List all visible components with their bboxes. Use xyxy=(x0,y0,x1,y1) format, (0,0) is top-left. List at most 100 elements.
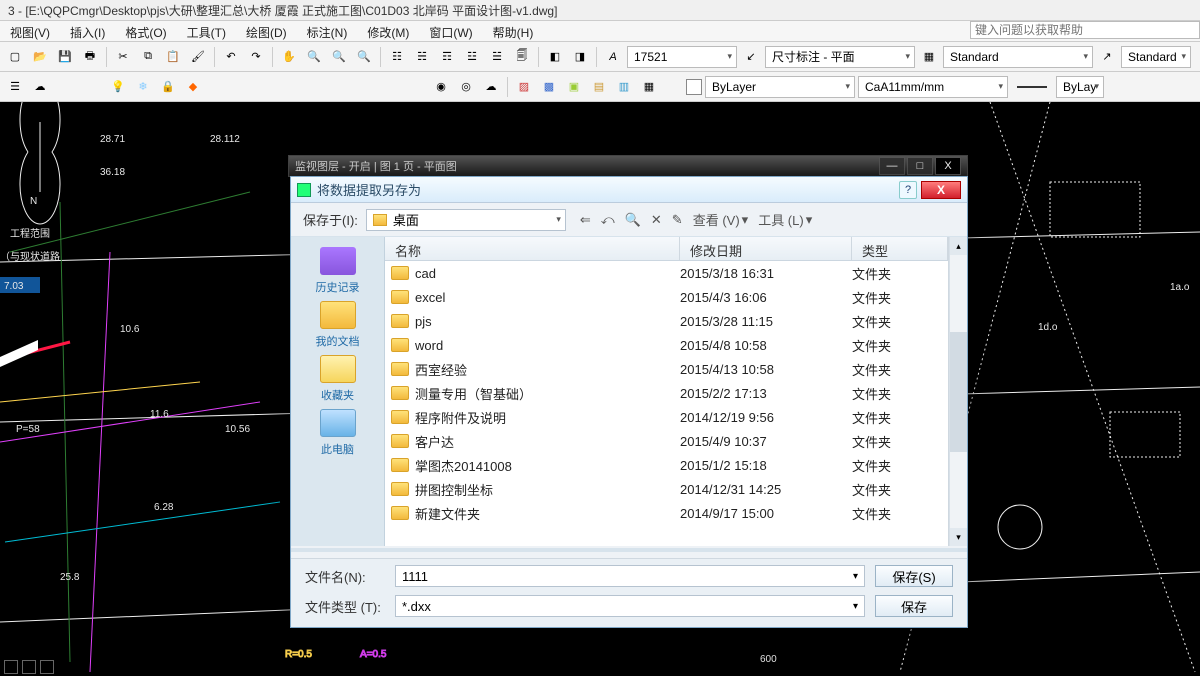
file-row[interactable]: 新建文件夹2014/9/17 15:00文件夹 xyxy=(385,501,948,525)
tool-boundary-icon[interactable]: ▣ xyxy=(563,76,585,98)
menu-draw[interactable]: 绘图(D) xyxy=(236,21,297,41)
ortho-toggle[interactable] xyxy=(40,660,54,674)
file-row[interactable]: 客户达2015/4/9 10:37文件夹 xyxy=(385,429,948,453)
tool-layerprop-icon[interactable]: ☰ xyxy=(4,76,26,98)
col-type[interactable]: 类型 xyxy=(852,237,948,260)
nav-back-icon[interactable]: ⇐ xyxy=(580,212,591,228)
tool-copy-icon[interactable]: ⧉ xyxy=(137,46,159,68)
tool-hatch-icon[interactable]: ▨ xyxy=(513,76,535,98)
file-row[interactable]: 西室经验2015/4/13 10:58文件夹 xyxy=(385,357,948,381)
view-dropdown[interactable]: 查看 (V)▾ xyxy=(693,210,748,229)
subwin-minimize-button[interactable]: — xyxy=(879,157,905,175)
tool-text-icon[interactable]: A xyxy=(602,46,624,68)
tool-match-icon[interactable]: 🖌 xyxy=(187,46,209,68)
scroll-thumb[interactable] xyxy=(950,332,967,452)
menu-tools[interactable]: 工具(T) xyxy=(177,21,236,41)
tool-zoomwin-icon[interactable]: 🔍 xyxy=(353,46,375,68)
tool-redo-icon[interactable]: ↷ xyxy=(245,46,267,68)
tool-cut-icon[interactable]: ✂ xyxy=(112,46,134,68)
file-row[interactable]: 测量专用（智基础）2015/2/2 17:13文件夹 xyxy=(385,381,948,405)
scroll-down-icon[interactable]: ▾ xyxy=(950,528,967,546)
file-row[interactable]: 拼图控制坐标2014/12/31 14:25文件夹 xyxy=(385,477,948,501)
col-name[interactable]: 名称 xyxy=(385,237,680,260)
location-combo[interactable]: 桌面 ▾ xyxy=(366,209,566,231)
tool-sheetset-icon[interactable]: ☳ xyxy=(461,46,483,68)
menu-insert[interactable]: 插入(I) xyxy=(60,21,115,41)
tool-properties-icon[interactable]: ☷ xyxy=(386,46,408,68)
menu-format[interactable]: 格式(O) xyxy=(115,21,176,41)
tool-lock-icon[interactable]: 🔒 xyxy=(157,76,179,98)
tool-paste-icon[interactable]: 📋 xyxy=(162,46,184,68)
tool-layer-icon[interactable]: ☁ xyxy=(29,76,51,98)
tool-revcloud-icon[interactable]: ☁ xyxy=(480,76,502,98)
menu-help[interactable]: 帮助(H) xyxy=(483,21,544,41)
file-list[interactable]: 名称 修改日期 类型 cad2015/3/18 16:31文件夹excel201… xyxy=(385,237,949,546)
file-list-scrollbar[interactable]: ▴ ▾ xyxy=(949,237,967,546)
tool-multileader-icon[interactable]: ↗ xyxy=(1096,46,1118,68)
file-row[interactable]: word2015/4/8 10:58文件夹 xyxy=(385,333,948,357)
dialog-close-button[interactable]: X xyxy=(921,181,961,199)
tool-region2-icon[interactable]: ▤ xyxy=(588,76,610,98)
tool-region-icon[interactable]: ◉ xyxy=(430,76,452,98)
standard2-combo[interactable]: Standard xyxy=(1121,46,1191,68)
tool-align-icon[interactable]: ▥ xyxy=(613,76,635,98)
nav-search-icon[interactable]: 🔍 xyxy=(625,212,641,228)
tool-wipeout-icon[interactable]: ◎ xyxy=(455,76,477,98)
grid-toggle[interactable] xyxy=(22,660,36,674)
tool-table-icon[interactable]: ▦ xyxy=(918,46,940,68)
menu-dimension[interactable]: 标注(N) xyxy=(297,21,358,41)
nav-up-icon[interactable]: ⤺ xyxy=(601,212,615,228)
places-item[interactable]: 此电脑 xyxy=(320,409,356,457)
subwin-maximize-button[interactable]: □ xyxy=(907,157,933,175)
places-item[interactable]: 我的文档 xyxy=(316,301,360,349)
file-row[interactable]: excel2015/4/3 16:06文件夹 xyxy=(385,285,948,309)
filetype-combo[interactable]: *.dxx ▾ xyxy=(395,595,865,617)
standard-combo[interactable]: Standard xyxy=(943,46,1093,68)
subwin-close-button[interactable]: X xyxy=(935,157,961,175)
col-date[interactable]: 修改日期 xyxy=(680,237,852,260)
tool-zoomprev-icon[interactable]: 🔍 xyxy=(328,46,350,68)
help-search-input[interactable] xyxy=(970,21,1200,39)
tool-xref-icon[interactable]: ◨ xyxy=(569,46,591,68)
layer-combo[interactable]: ByLayer xyxy=(705,76,855,98)
tool-toolpalettes-icon[interactable]: ☶ xyxy=(436,46,458,68)
color-swatch[interactable] xyxy=(686,79,702,95)
file-row[interactable]: 掌图杰201410082015/1/2 15:18文件夹 xyxy=(385,453,948,477)
file-row[interactable]: pjs2015/3/28 11:15文件夹 xyxy=(385,309,948,333)
tool-extend-icon[interactable]: ▦ xyxy=(638,76,660,98)
linetype-combo[interactable]: ByLay xyxy=(1056,76,1104,98)
nav-delete-icon[interactable]: ✕ xyxy=(651,212,662,228)
tool-dimension-icon[interactable]: ↙ xyxy=(740,46,762,68)
menu-window[interactable]: 窗口(W) xyxy=(419,21,482,41)
tool-layercolor-icon[interactable]: ◆ xyxy=(182,76,204,98)
tool-freeze-icon[interactable]: ❄ xyxy=(132,76,154,98)
dialog-help-button[interactable]: ? xyxy=(899,181,917,199)
tool-save-icon[interactable]: 💾 xyxy=(54,46,76,68)
tool-bulb-icon[interactable]: 💡 xyxy=(107,76,129,98)
save-button[interactable]: 保存(S) xyxy=(875,565,953,587)
tool-calc-icon[interactable]: 🗐 xyxy=(511,46,533,68)
file-row[interactable]: cad2015/3/18 16:31文件夹 xyxy=(385,261,948,285)
nav-newfolder-icon[interactable]: ✎ xyxy=(672,212,683,228)
places-item[interactable]: 收藏夹 xyxy=(320,355,356,403)
scroll-up-icon[interactable]: ▴ xyxy=(950,237,967,255)
colorname-combo[interactable]: CaA11mm/mm xyxy=(858,76,1008,98)
tool-block-icon[interactable]: ◧ xyxy=(544,46,566,68)
file-row[interactable]: 程序附件及说明2014/12/19 9:56文件夹 xyxy=(385,405,948,429)
tools-dropdown[interactable]: 工具 (L)▾ xyxy=(758,210,812,229)
tool-undo-icon[interactable]: ↶ xyxy=(220,46,242,68)
dimstyle-combo[interactable]: 尺寸标注 - 平面 xyxy=(765,46,915,68)
save-button-secondary[interactable]: 保存 xyxy=(875,595,953,617)
tool-designcenter-icon[interactable]: ☵ xyxy=(411,46,433,68)
tool-new-icon[interactable]: ▢ xyxy=(4,46,26,68)
tool-markup-icon[interactable]: ☱ xyxy=(486,46,508,68)
text-size-combo[interactable]: 17521 xyxy=(627,46,737,68)
menu-modify[interactable]: 修改(M) xyxy=(357,21,419,41)
filename-input[interactable]: 1111 ▾ xyxy=(395,565,865,587)
tool-print-icon[interactable]: 🖶 xyxy=(79,46,101,68)
snap-toggle[interactable] xyxy=(4,660,18,674)
tool-open-icon[interactable]: 📂 xyxy=(29,46,51,68)
tool-gradient-icon[interactable]: ▩ xyxy=(538,76,560,98)
places-item[interactable]: 历史记录 xyxy=(316,247,360,295)
tool-zoom-icon[interactable]: 🔍 xyxy=(303,46,325,68)
